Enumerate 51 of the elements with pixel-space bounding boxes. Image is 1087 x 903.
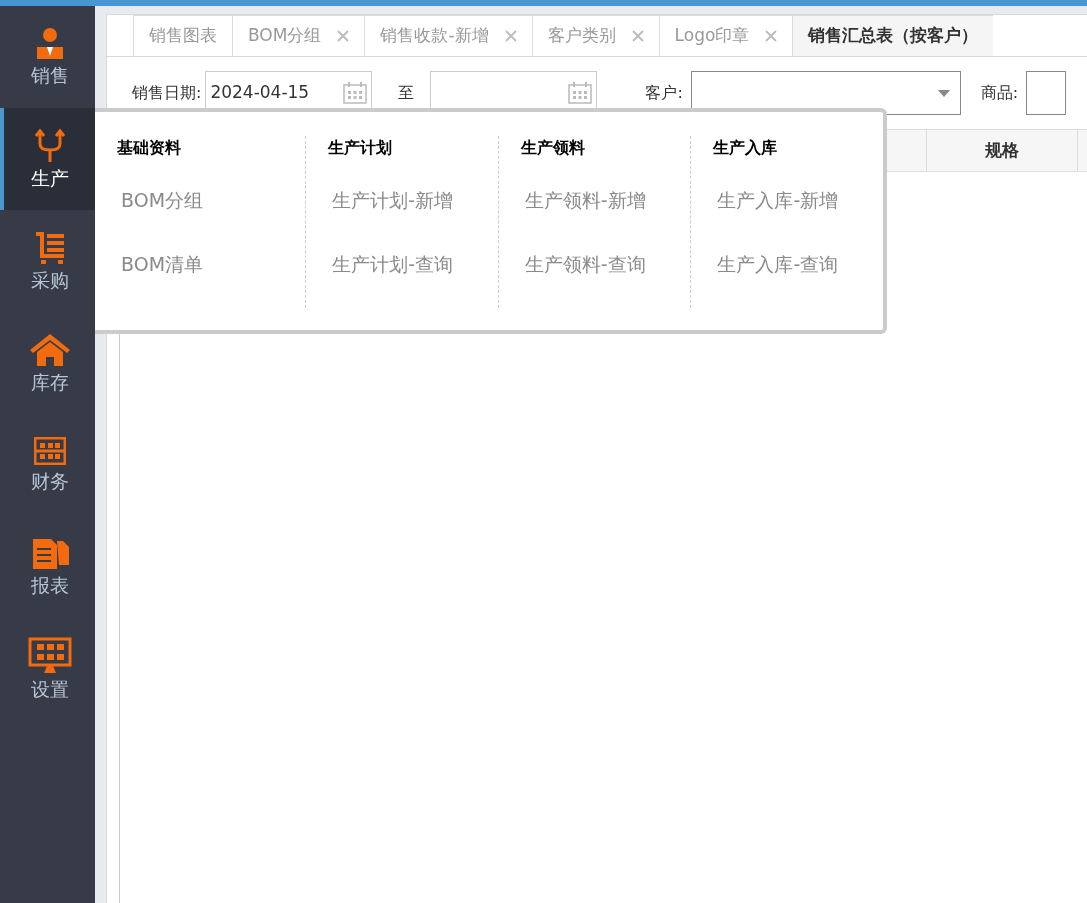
tab[interactable]: 销售汇总表（按客户） [792, 15, 994, 56]
abacus-icon [33, 437, 66, 465]
date-label: 销售日期: [132, 82, 202, 104]
tab[interactable]: 销售图表 [133, 15, 232, 56]
menu-item[interactable]: 生产领料-查询 [520, 250, 691, 294]
tab-label: Logo印章 [674, 24, 750, 48]
menu-item[interactable]: 生产计划-查询 [328, 250, 498, 294]
person-icon [34, 27, 65, 59]
to-label: 至 [398, 82, 415, 104]
close-icon[interactable] [765, 30, 778, 42]
documents-icon [30, 537, 69, 569]
sidebar-item[interactable]: 采购 [0, 210, 95, 312]
menu-group-title: 基础资料 [117, 137, 182, 159]
tab[interactable]: 客户类别 [531, 15, 659, 56]
close-icon[interactable] [337, 30, 350, 42]
tab-label: 销售图表 [149, 24, 217, 48]
menu-item[interactable]: 生产入库-查询 [713, 250, 883, 294]
tab-label: 销售收款-新增 [380, 24, 489, 48]
menu-item[interactable]: 生产领料-新增 [520, 186, 691, 230]
fork-arrows-icon [34, 128, 65, 162]
product-field[interactable] [1026, 71, 1067, 115]
sidebar-item[interactable]: 生产 [0, 108, 95, 210]
sidebar-item[interactable]: 财务 [0, 414, 95, 516]
tab-label: BOM分组 [248, 24, 322, 48]
sidebar-item[interactable]: 库存 [0, 312, 95, 414]
menu-group-title: 生产计划 [328, 137, 394, 159]
caret-icon [937, 89, 950, 97]
monitor-icon [27, 637, 72, 673]
tab[interactable]: Logo印章 [658, 15, 793, 56]
cart-icon [33, 230, 66, 264]
sidebar-item[interactable]: 报表 [0, 516, 95, 618]
close-icon[interactable] [504, 30, 517, 42]
menu-group-title: 生产入库 [713, 137, 779, 159]
calendar-icon [343, 82, 368, 104]
menu-item[interactable]: 生产计划-新增 [328, 186, 498, 230]
calendar-icon [568, 82, 593, 104]
menu-item[interactable]: 生产入库-新增 [713, 186, 883, 230]
menu-item[interactable]: BOM分组 [117, 186, 306, 230]
menu-group-title: 生产领料 [520, 137, 586, 159]
customer-label: 客户: [645, 82, 683, 104]
column-header: 规格 [927, 130, 1078, 171]
tab[interactable]: 销售收款-新增 [364, 15, 532, 56]
menu-item[interactable]: BOM清单 [117, 250, 306, 294]
tab[interactable]: BOM分组 [232, 15, 365, 56]
product-label: 商品: [980, 82, 1019, 104]
sidebar-item[interactable]: 销售 [0, 6, 95, 108]
sidebar-item[interactable]: 设置 [0, 618, 95, 720]
house-icon [28, 332, 71, 366]
tab-label: 客户类别 [547, 24, 616, 48]
close-icon[interactable] [631, 30, 644, 42]
tab-label: 销售汇总表（按客户） [808, 24, 979, 48]
